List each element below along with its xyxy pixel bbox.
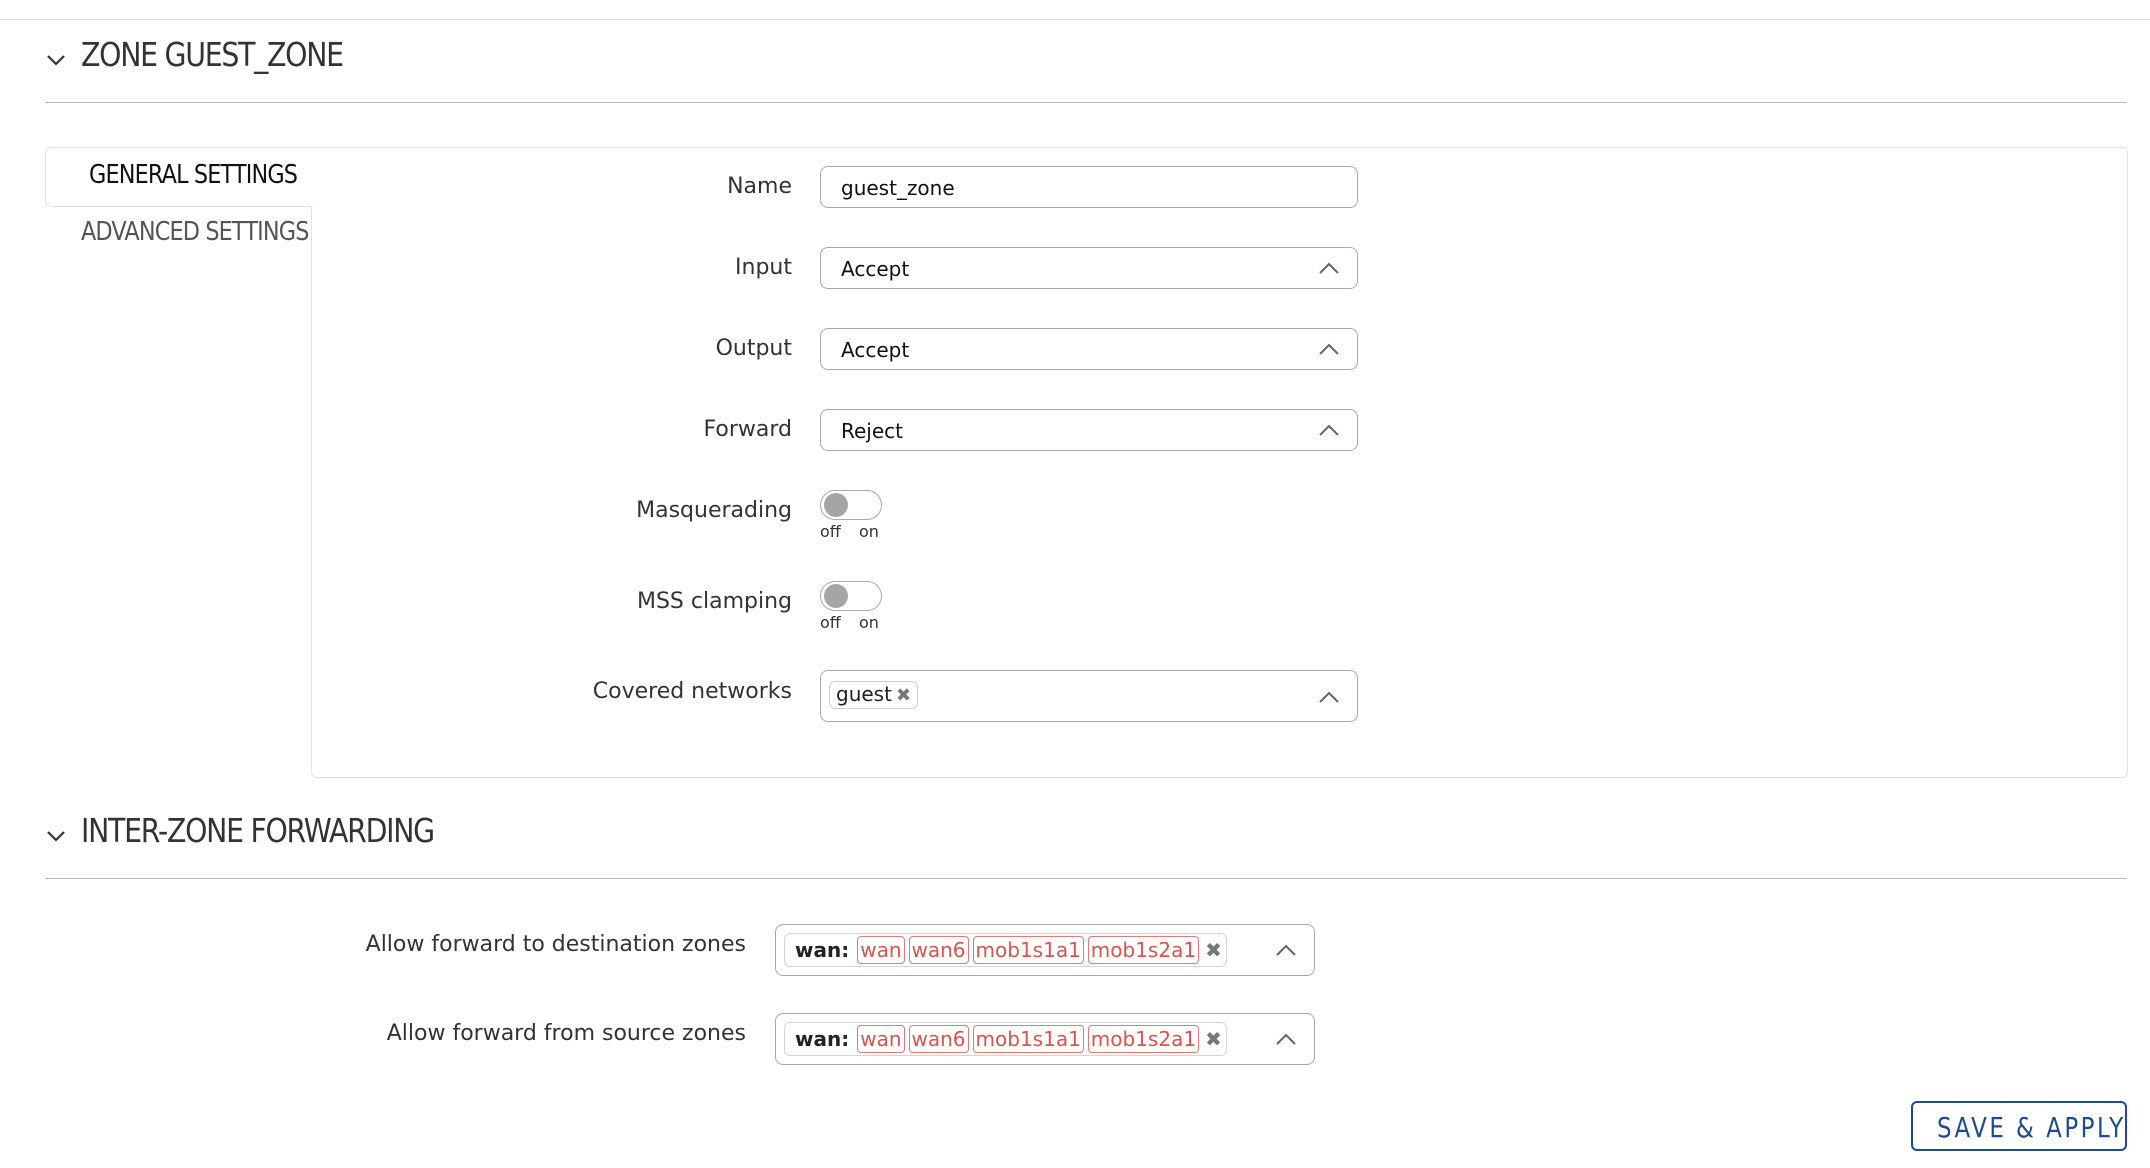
tab-general-settings[interactable]: GENERAL SETTINGS (45, 147, 313, 207)
covered-networks-label: Covered networks (592, 679, 792, 704)
remove-chip-icon[interactable]: ✖ (1205, 938, 1222, 962)
output-select-value: Accept (841, 338, 910, 362)
tab-general-settings-label: GENERAL SETTINGS (89, 160, 298, 190)
masquerading-label: Masquerading (636, 498, 792, 523)
zone-tag: mob1s2a1 (1087, 1025, 1200, 1053)
tab-advanced-settings-label: ADVANCED SETTINGS (81, 217, 309, 247)
masquerading-toggle[interactable] (820, 490, 882, 520)
top-divider (0, 19, 2150, 20)
output-select[interactable]: Accept (820, 328, 1358, 370)
zone-group-wan[interactable]: wan: wan wan6 mob1s1a1 mob1s2a1 ✖ (784, 933, 1227, 967)
name-label: Name (727, 174, 792, 199)
zone-tag: mob1s2a1 (1087, 936, 1200, 964)
forward-to-label: Allow forward to destination zones (365, 932, 746, 957)
name-input-value: guest_zone (841, 176, 955, 200)
covered-networks-select[interactable]: guest ✖ (820, 670, 1358, 722)
inter-zone-forwarding-header[interactable]: INTER-ZONE FORWARDING (45, 808, 2127, 879)
mss-clamping-label: MSS clamping (636, 589, 792, 614)
zone-section-title: ZONE GUEST_ZONE (81, 35, 344, 74)
forward-select-value: Reject (841, 419, 904, 443)
toggle-knob (824, 584, 848, 608)
input-label: Input (735, 255, 792, 280)
mss-clamping-on-label: on (859, 613, 879, 632)
inter-zone-forwarding-title: INTER-ZONE FORWARDING (81, 811, 435, 850)
mss-clamping-off-label: off (820, 613, 841, 632)
forward-select[interactable]: Reject (820, 409, 1358, 451)
save-apply-button[interactable]: SAVE & APPLY (1911, 1101, 2127, 1151)
output-label: Output (715, 336, 792, 361)
zone-tag: wan6 (908, 936, 969, 964)
input-select[interactable]: Accept (820, 247, 1358, 289)
chevron-up-icon (1319, 343, 1339, 355)
tab-advanced-settings[interactable]: ADVANCED SETTINGS (45, 205, 311, 265)
zone-tag: wan (857, 1025, 905, 1053)
masquerading-on-label: on (859, 522, 879, 541)
zone-tag: mob1s1a1 (972, 936, 1084, 964)
chevron-up-icon (1276, 1033, 1296, 1045)
forward-from-label: Allow forward from source zones (386, 1021, 746, 1046)
network-chip-guest[interactable]: guest ✖ (829, 681, 919, 709)
chevron-up-icon (1319, 424, 1339, 436)
input-select-value: Accept (841, 257, 910, 281)
chevron-down-icon[interactable] (45, 48, 67, 70)
chevron-up-icon (1276, 944, 1296, 956)
zone-group-name: wan: (795, 938, 850, 962)
chevron-down-icon[interactable] (45, 824, 67, 846)
zone-group-name: wan: (795, 1027, 850, 1051)
save-apply-label: SAVE & APPLY (1937, 1111, 2126, 1144)
name-input[interactable]: guest_zone (820, 166, 1358, 208)
forward-to-select[interactable]: wan: wan wan6 mob1s1a1 mob1s2a1 ✖ (775, 924, 1315, 976)
remove-chip-icon[interactable]: ✖ (896, 685, 911, 706)
network-chip-label: guest (836, 682, 892, 706)
mss-clamping-toggle[interactable] (820, 581, 882, 611)
forward-label: Forward (703, 417, 792, 442)
chevron-up-icon (1319, 262, 1339, 274)
zone-section-header[interactable]: ZONE GUEST_ZONE (45, 32, 2127, 103)
chevron-up-icon (1319, 691, 1339, 703)
masquerading-off-label: off (820, 522, 841, 541)
zone-tag: wan (857, 936, 905, 964)
toggle-knob (824, 493, 848, 517)
remove-chip-icon[interactable]: ✖ (1205, 1027, 1222, 1051)
forward-from-select[interactable]: wan: wan wan6 mob1s1a1 mob1s2a1 ✖ (775, 1013, 1315, 1065)
zone-group-wan[interactable]: wan: wan wan6 mob1s1a1 mob1s2a1 ✖ (784, 1022, 1227, 1056)
zone-tag: mob1s1a1 (972, 1025, 1084, 1053)
zone-tag: wan6 (908, 1025, 969, 1053)
